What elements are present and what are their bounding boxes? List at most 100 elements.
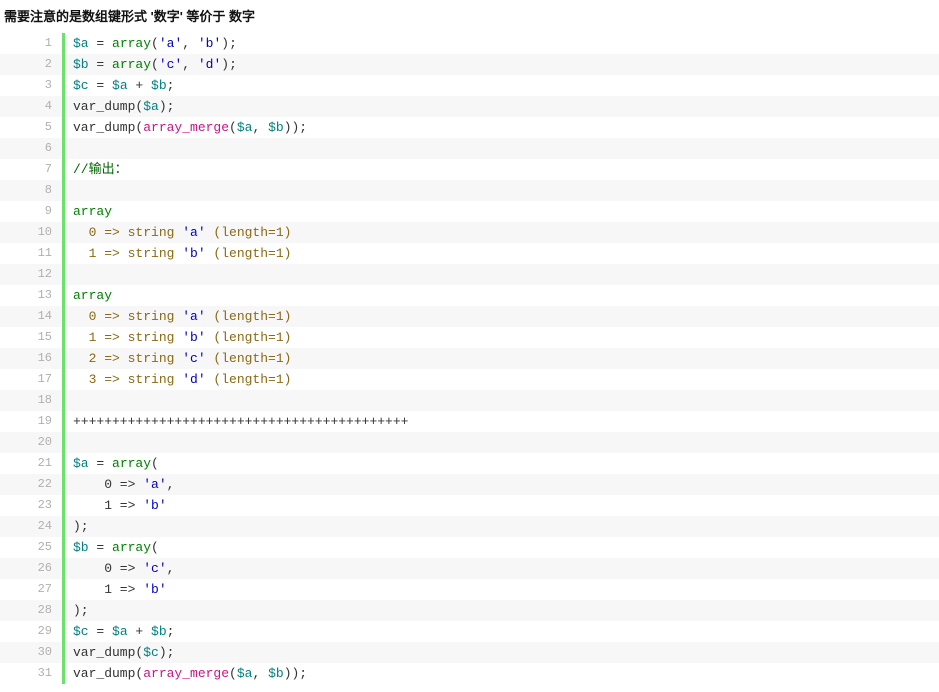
token: array — [73, 204, 112, 219]
code-line: 19++++++++++++++++++++++++++++++++++++++… — [0, 411, 939, 432]
code-line: 29$c = $a + $b; — [0, 621, 939, 642]
code-line: 14 0 => string 'a' (length=1) — [0, 306, 939, 327]
token: ; — [167, 78, 175, 93]
code-line: 22 0 => 'a', — [0, 474, 939, 495]
token: , — [167, 477, 175, 492]
line-number: 22 — [0, 474, 62, 495]
token: var_dump( — [73, 99, 143, 114]
token: ); — [73, 603, 89, 618]
code-content: 0 => 'a', — [65, 474, 174, 495]
code-content: $c = $a + $b; — [65, 621, 174, 642]
token: $a — [73, 456, 89, 471]
line-number: 5 — [0, 117, 62, 138]
token: var_dump( — [73, 666, 143, 681]
token: 1 => — [73, 498, 143, 513]
token: 'b' — [143, 498, 166, 513]
code-content: $a = array('a', 'b'); — [65, 33, 237, 54]
code-content: 3 => string 'd' (length=1) — [65, 369, 291, 390]
code-content: 2 => string 'c' (length=1) — [65, 348, 291, 369]
code-content: $b = array( — [65, 537, 159, 558]
token: $b — [268, 666, 284, 681]
line-number: 14 — [0, 306, 62, 327]
code-line: 30var_dump($c); — [0, 642, 939, 663]
line-number: 12 — [0, 264, 62, 285]
token: (length=1) — [206, 309, 292, 324]
code-content — [65, 264, 73, 285]
code-line: 31var_dump(array_merge($a, $b)); — [0, 663, 939, 684]
token: 'a' — [159, 36, 182, 51]
token: 'a' — [182, 309, 205, 324]
code-content: 1 => 'b' — [65, 579, 167, 600]
token: 0 => string — [73, 309, 182, 324]
code-line: 21$a = array( — [0, 453, 939, 474]
token: $c — [73, 78, 89, 93]
token: ( — [229, 120, 237, 135]
token: ( — [151, 456, 159, 471]
token: (length=1) — [206, 246, 292, 261]
token: = — [89, 456, 112, 471]
token: ( — [229, 666, 237, 681]
token: $a — [73, 36, 89, 51]
token: (length=1) — [206, 351, 292, 366]
code-content: $c = $a + $b; — [65, 75, 174, 96]
token: $a — [143, 99, 159, 114]
code-content: ); — [65, 600, 89, 621]
token: array — [112, 540, 151, 555]
token: ); — [73, 519, 89, 534]
code-line: 28); — [0, 600, 939, 621]
token: 'd' — [182, 372, 205, 387]
line-number: 13 — [0, 285, 62, 306]
token: , — [182, 57, 198, 72]
line-number: 25 — [0, 537, 62, 558]
line-number: 20 — [0, 432, 62, 453]
code-line: 4var_dump($a); — [0, 96, 939, 117]
token: ); — [221, 57, 237, 72]
code-line: 20 — [0, 432, 939, 453]
line-number: 7 — [0, 159, 62, 180]
code-line: 6 — [0, 138, 939, 159]
line-number: 2 — [0, 54, 62, 75]
code-line: 18 — [0, 390, 939, 411]
token: ( — [151, 540, 159, 555]
line-number: 31 — [0, 663, 62, 684]
token: 0 => — [73, 561, 143, 576]
code-content — [65, 390, 73, 411]
token: $a — [112, 78, 128, 93]
code-content: var_dump($c); — [65, 642, 174, 663]
code-line: 3$c = $a + $b; — [0, 75, 939, 96]
token: = — [89, 624, 112, 639]
code-line: 2$b = array('c', 'd'); — [0, 54, 939, 75]
token: 0 => — [73, 477, 143, 492]
line-number: 29 — [0, 621, 62, 642]
token: (length=1) — [206, 225, 292, 240]
token: ++++++++++++++++++++++++++++++++++++++++… — [73, 414, 408, 429]
line-number: 23 — [0, 495, 62, 516]
token: )); — [284, 120, 307, 135]
page-heading: 需要注意的是数组键形式 '数字' 等价于 数字 — [0, 0, 939, 33]
code-line: 9array — [0, 201, 939, 222]
code-line: 10 0 => string 'a' (length=1) — [0, 222, 939, 243]
code-block: 1$a = array('a', 'b');2$b = array('c', '… — [0, 33, 939, 684]
token: 'c' — [159, 57, 182, 72]
token: 'b' — [143, 582, 166, 597]
token: 0 => string — [73, 225, 182, 240]
code-content: 0 => 'c', — [65, 558, 174, 579]
token: array — [112, 57, 151, 72]
line-number: 27 — [0, 579, 62, 600]
line-number: 6 — [0, 138, 62, 159]
token: (length=1) — [206, 330, 292, 345]
code-content: 0 => string 'a' (length=1) — [65, 306, 291, 327]
code-content: $b = array('c', 'd'); — [65, 54, 237, 75]
token: $a — [112, 624, 128, 639]
line-number: 24 — [0, 516, 62, 537]
code-content: 1 => string 'b' (length=1) — [65, 327, 291, 348]
code-line: 27 1 => 'b' — [0, 579, 939, 600]
code-content — [65, 432, 73, 453]
token: 1 => string — [73, 246, 182, 261]
code-content — [65, 138, 73, 159]
code-line: 1$a = array('a', 'b'); — [0, 33, 939, 54]
token: 'a' — [143, 477, 166, 492]
code-line: 7//输出： — [0, 159, 939, 180]
code-line: 24); — [0, 516, 939, 537]
token: array_merge — [143, 120, 229, 135]
